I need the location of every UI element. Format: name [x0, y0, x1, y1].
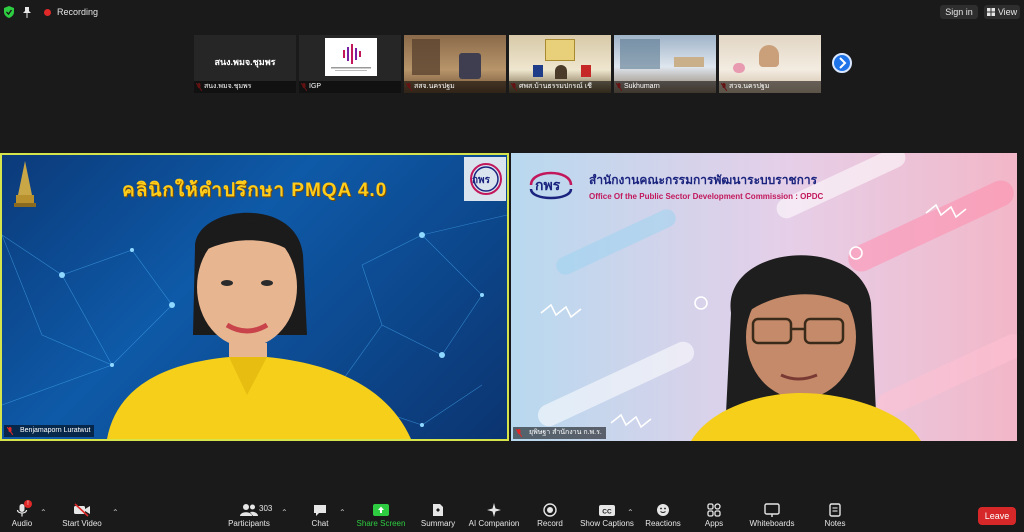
audio-bars-logo-icon: [331, 44, 371, 71]
apps-button[interactable]: Apps: [684, 497, 744, 532]
smiley-face-icon: [657, 504, 669, 516]
recording-label: Recording: [57, 7, 99, 17]
flower-shape: [733, 63, 745, 73]
thumb-label: สนง.พมจ.ชุมพร: [194, 81, 296, 93]
whiteboards-button[interactable]: Whiteboards: [742, 497, 802, 532]
record-label: Record: [537, 519, 563, 528]
top-bar: Recording Sign in View: [0, 0, 1024, 24]
opdc-logo-text: กพร: [472, 175, 491, 186]
gallery-thumb[interactable]: สวจ.นครปฐม: [719, 35, 821, 93]
thumb-label: Sukhumarn: [614, 81, 716, 93]
apps-label: Apps: [704, 519, 724, 528]
summary-button[interactable]: Summary: [408, 497, 468, 532]
thumb-name-center: สนง.พมจ.ชุมพร: [214, 57, 276, 67]
video-tile-active-speaker[interactable]: คลินิกให้คำปรึกษา PMQA 4.0 กพร Benjamapo…: [0, 153, 509, 441]
participant-name-tag: ยุพิษฐา สำนักงาน ก.พ.ร.: [513, 427, 606, 439]
sofa-shape: [674, 57, 704, 67]
opdc-logo-text: กพร: [535, 177, 561, 193]
audio-options-chevron-icon[interactable]: ⌃: [40, 508, 47, 517]
shield-check-icon[interactable]: [4, 6, 14, 18]
summary-label: Summary: [420, 519, 456, 528]
bookshelf-shape: [412, 39, 440, 75]
portrait-shape: [545, 39, 575, 61]
flag-shape: [581, 65, 591, 77]
record-button[interactable]: Record: [520, 497, 580, 532]
chat-bubble-icon: [314, 505, 326, 516]
notes-icon: [829, 503, 841, 517]
thumb-label: IGP: [299, 81, 401, 93]
person-shape: [759, 45, 779, 67]
start-video-label: Start Video: [62, 519, 102, 528]
video-off-icon: [74, 503, 90, 517]
recording-dot-icon: [44, 8, 51, 16]
participants-icon: [240, 504, 258, 516]
notes-button[interactable]: Notes: [805, 497, 865, 532]
chair-shape: [459, 53, 481, 79]
video-options-chevron-icon[interactable]: ⌃: [112, 508, 119, 517]
record-icon: [543, 503, 557, 517]
share-screen-button[interactable]: Share Screen: [351, 497, 411, 532]
thumb-label: สวจ.นครปฐม: [719, 81, 821, 93]
chat-label: Chat: [311, 519, 329, 528]
pin-icon[interactable]: [22, 6, 32, 18]
participant-video-person: [691, 255, 921, 441]
audio-label: Audio: [11, 519, 33, 528]
participant-name: Benjamaporn Luratwut: [20, 427, 91, 434]
thumb-label: ศพส.บ้านธรรมปกรณ์ เชี: [509, 81, 611, 93]
chat-options-chevron-icon[interactable]: ⌃: [339, 508, 346, 517]
svg-text:CC: CC: [602, 509, 612, 516]
view-button[interactable]: View: [984, 5, 1020, 19]
gallery-thumb[interactable]: ศพส.บ้านธรรมปกรณ์ เชี: [509, 35, 611, 93]
participant-video-person: [107, 212, 411, 439]
window-shape: [620, 39, 660, 69]
ai-companion-button[interactable]: AI Companion: [464, 497, 524, 532]
flag-shape: [533, 65, 543, 77]
notes-label: Notes: [824, 519, 846, 528]
grid-view-icon: [986, 8, 995, 16]
participants-options-chevron-icon[interactable]: ⌃: [281, 508, 288, 517]
show-captions-label: Show Captions: [580, 519, 634, 528]
gallery-thumb[interactable]: IGP: [299, 35, 401, 93]
thumb-label: สสจ.นครปฐม: [404, 81, 506, 93]
video-tile-participant[interactable]: กพร สำนักงานคณะกรรมการพัฒนาระบบราชการ Of…: [511, 153, 1017, 441]
apps-icon: [707, 503, 721, 517]
participant-name-tag: Benjamaporn Luratwut: [4, 425, 95, 437]
participants-button[interactable]: Participants 303: [219, 497, 279, 532]
whiteboards-label: Whiteboards: [749, 519, 795, 528]
ai-companion-label: AI Companion: [468, 519, 520, 528]
opdc-logo: กพร: [525, 161, 577, 205]
view-label: View: [997, 7, 1018, 17]
gallery-thumb[interactable]: สสจ.นครปฐม: [404, 35, 506, 93]
thumb-logo-card: [325, 38, 377, 76]
org-name-thai: สำนักงานคณะกรรมการพัฒนาระบบราชการ: [589, 173, 818, 187]
participants-label: Participants: [228, 519, 270, 528]
share-screen-label: Share Screen: [356, 519, 406, 528]
audio-warning-badge: !: [24, 500, 32, 508]
summary-document-icon: [433, 504, 443, 516]
meeting-toolbar: Audio ! ⌃ Start Video ⌃ Participants 303…: [0, 497, 1024, 532]
gallery-thumb[interactable]: สนง.พมจ.ชุมพร สนง.พมจ.ชุมพร: [194, 35, 296, 93]
gallery-next-button[interactable]: [832, 53, 852, 73]
leave-button[interactable]: Leave: [978, 507, 1016, 525]
share-screen-icon: [373, 504, 389, 516]
gallery-thumb[interactable]: Sukhumarn: [614, 35, 716, 93]
sparkle-icon: [487, 503, 501, 517]
start-video-button[interactable]: Start Video: [52, 497, 112, 532]
opdc-logo-card: กพร: [464, 157, 506, 201]
sign-in-button[interactable]: Sign in: [940, 5, 978, 19]
muted-mic-icon: [516, 429, 522, 437]
muted-mic-icon: [7, 427, 13, 435]
recording-indicator[interactable]: Recording: [44, 7, 98, 17]
participants-count: 303: [259, 504, 273, 513]
person-shape: [555, 65, 567, 79]
participant-name: ยุพิษฐา สำนักงาน ก.พ.ร.: [529, 429, 602, 436]
whiteboard-icon: [764, 503, 780, 517]
trophy-icon: [14, 161, 36, 207]
captions-cc-icon: CC: [599, 505, 615, 516]
chevron-right-icon: [839, 57, 847, 69]
org-name-english: Office Of the Public Sector Development …: [589, 192, 824, 201]
